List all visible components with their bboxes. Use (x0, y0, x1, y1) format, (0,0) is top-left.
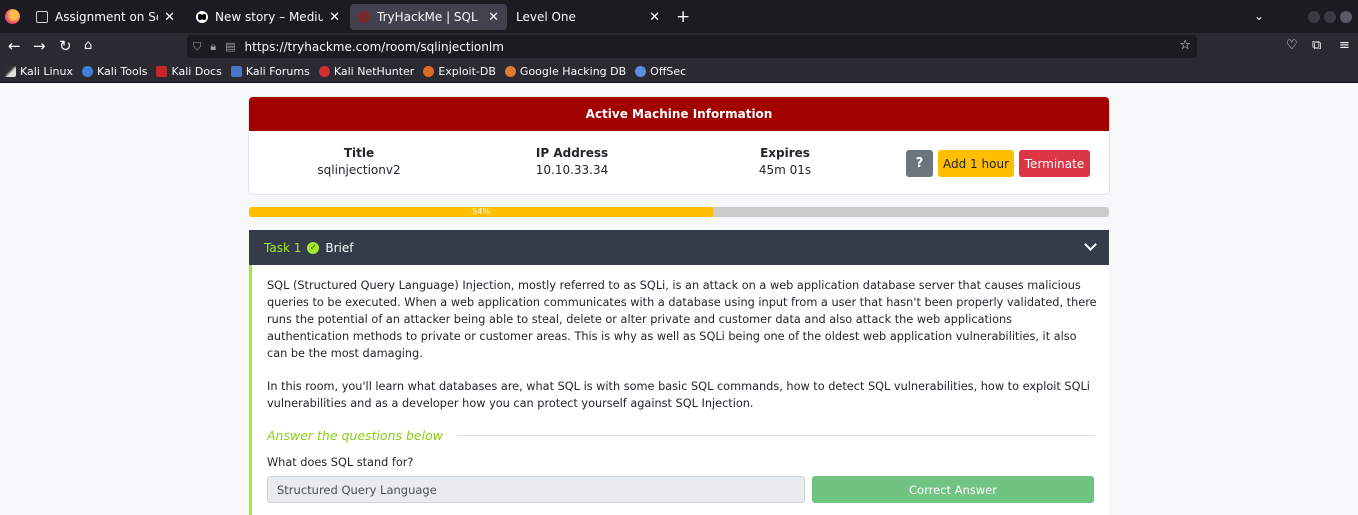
terminate-button[interactable]: Terminate (1019, 150, 1090, 177)
bookmark-kali-nethunter[interactable]: Kali NetHunter (318, 64, 415, 78)
home-icon[interactable]: ⌂ (84, 37, 92, 55)
bookmark-star-icon[interactable]: ☆ (1179, 38, 1191, 53)
machine-expires-label: Expires (760, 146, 810, 160)
tab-assignment[interactable]: Assignment on Sql injecti ✕ (28, 4, 183, 30)
bookmark-google-hacking-db[interactable]: Google Hacking DB (504, 64, 627, 78)
bookmark-label: Kali Docs (171, 64, 222, 78)
page-content: Active Machine Information Title sqlinje… (0, 83, 1358, 515)
machine-ip-label: IP Address (535, 146, 609, 160)
answer-field[interactable]: Structured Query Language (267, 476, 805, 503)
tab-title: Assignment on Sql injecti (55, 10, 158, 24)
close-window-button[interactable] (1340, 11, 1352, 23)
url-bar[interactable]: ⛉ 🔒︎ ▤ https://tryhackme.com/room/sqlinj… (187, 35, 1197, 58)
shield-icon[interactable]: ⛉ (193, 40, 201, 54)
kali-forums-icon (230, 65, 242, 77)
reload-icon[interactable]: ↻ (59, 37, 72, 55)
bookmark-label: Kali Tools (97, 64, 148, 78)
lock-icon[interactable]: 🔒︎ (210, 40, 216, 54)
nav-bar: ← → ↻ ⌂ ⛉ 🔒︎ ▤ https://tryhackme.com/roo… (0, 33, 1358, 60)
permissions-icon[interactable]: ▤ (225, 40, 235, 53)
machine-ip: IP Address 10.10.33.34 (482, 146, 662, 177)
tab-tryhackme[interactable]: TryHackMe | SQL Injection ✕ (350, 4, 507, 30)
bookmark-kali-docs[interactable]: Kali Docs (156, 64, 222, 78)
medium-icon (196, 11, 208, 23)
task-card: Task 1 ✓ Brief SQL (Structured Query Lan… (249, 230, 1109, 515)
bookmark-kali-forums[interactable]: Kali Forums (230, 64, 310, 78)
document-icon (36, 11, 48, 23)
tab-level-one[interactable]: Level One ✕ (508, 4, 668, 30)
progress-fill: 54% (249, 207, 714, 217)
tab-title: New story – Medium (215, 10, 324, 24)
exploit-db-icon (423, 65, 435, 77)
task-paragraph: In this room, you'll learn what database… (267, 380, 1090, 410)
bookmark-offsec[interactable]: OffSec (635, 65, 686, 78)
close-icon[interactable]: ✕ (649, 10, 660, 25)
task-body: SQL (Structured Query Language) Injectio… (249, 265, 1109, 515)
close-icon[interactable]: ✕ (164, 10, 175, 25)
question-text: What does SQL stand for? (267, 456, 414, 469)
answer-heading-text: Answer the questions below (267, 428, 443, 443)
nethunter-icon (318, 65, 330, 77)
offsec-icon (635, 65, 647, 77)
url-text[interactable]: https://tryhackme.com/room/sqlinjectionl… (245, 40, 504, 54)
chevron-down-icon[interactable] (1084, 238, 1097, 251)
extensions-icon[interactable]: ⧉ (1312, 38, 1321, 53)
machine-expires-value: 45m 01s (758, 163, 812, 177)
bookmarks-bar: Kali Linux Kali Tools Kali Docs Kali For… (0, 60, 1358, 83)
divider (456, 435, 1095, 436)
bookmark-label: Google Hacking DB (519, 64, 627, 78)
bookmark-kali-tools[interactable]: Kali Tools (82, 65, 147, 78)
pocket-icon[interactable]: ♡ (1286, 38, 1298, 53)
tryhackme-icon (358, 11, 370, 23)
close-icon[interactable]: ✕ (329, 10, 340, 25)
active-machine-header: Active Machine Information (249, 97, 1109, 131)
room-progress-bar: 54% (249, 207, 1109, 217)
answer-row: Structured Query Language Correct Answer (267, 476, 1097, 503)
answer-section-heading: Answer the questions below (267, 428, 1095, 443)
bookmark-label: Kali Linux (20, 64, 74, 78)
tab-title: TryHackMe | SQL Injection (377, 10, 482, 24)
kali-icon (5, 65, 16, 77)
chevron-down-icon[interactable]: ⌄ (1254, 9, 1264, 23)
add-hour-button[interactable]: Add 1 hour (938, 150, 1014, 177)
machine-expires: Expires 45m 01s (695, 146, 875, 177)
bookmark-kali-linux[interactable]: Kali Linux (5, 65, 73, 78)
kali-docs-icon (156, 65, 168, 77)
tab-title: Level One (516, 10, 576, 24)
active-machine-card: Active Machine Information Title sqlinje… (249, 97, 1109, 194)
machine-title-label: Title (343, 146, 375, 160)
firefox-icon[interactable] (5, 9, 20, 24)
task-header[interactable]: Task 1 ✓ Brief (249, 230, 1109, 265)
kali-tools-icon (82, 65, 94, 77)
machine-title-value: sqlinjectionv2 (317, 163, 401, 177)
task-paragraph: SQL (Structured Query Language) Injectio… (267, 279, 1097, 360)
forward-icon[interactable]: → (33, 37, 46, 55)
task-number: Task 1 (264, 240, 302, 255)
bookmark-exploit-db[interactable]: Exploit-DB (423, 65, 496, 78)
bookmark-label: Exploit-DB (438, 64, 496, 78)
menu-icon[interactable]: ≡ (1339, 38, 1350, 53)
task-title: Brief (325, 240, 354, 255)
bookmark-label: Kali NetHunter (333, 64, 415, 78)
machine-title: Title sqlinjectionv2 (269, 146, 449, 177)
tab-medium[interactable]: New story – Medium ✕ (188, 4, 348, 30)
minimize-button[interactable] (1308, 11, 1320, 23)
help-button[interactable]: ? (906, 150, 933, 177)
check-circle-icon: ✓ (307, 241, 320, 254)
maximize-button[interactable] (1324, 11, 1336, 23)
tab-bar: Assignment on Sql injecti ✕ New story – … (0, 0, 1358, 33)
correct-answer-button[interactable]: Correct Answer (812, 476, 1094, 503)
close-icon[interactable]: ✕ (488, 10, 499, 25)
bookmark-label: OffSec (650, 64, 687, 78)
new-tab-icon[interactable]: + (676, 7, 690, 27)
bookmark-label: Kali Forums (245, 64, 310, 78)
ghdb-icon (504, 65, 516, 77)
back-icon[interactable]: ← (8, 37, 21, 55)
machine-ip-value: 10.10.33.34 (535, 163, 609, 177)
